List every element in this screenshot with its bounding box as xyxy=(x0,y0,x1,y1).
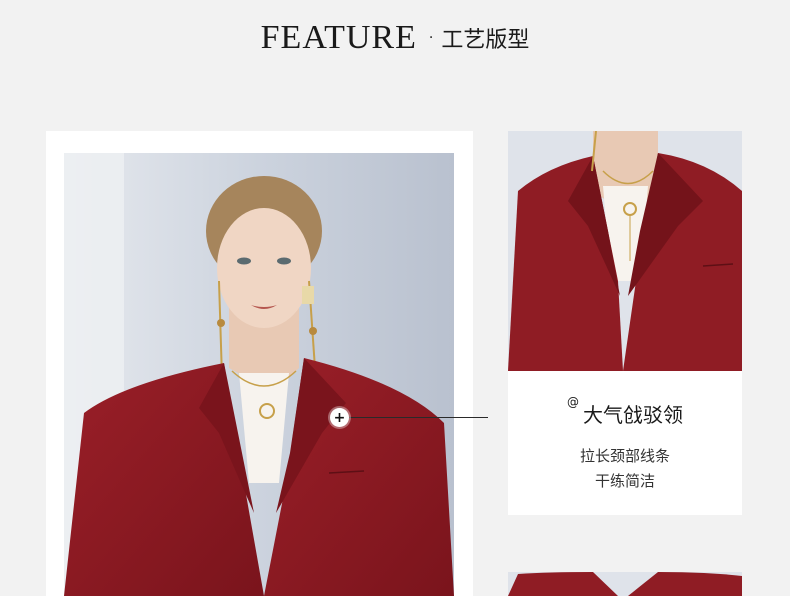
collar-illustration xyxy=(508,131,742,371)
feature-title-text: 大气戗驳领 xyxy=(583,403,683,427)
feature-description-line-2: 干练简洁 xyxy=(594,472,655,490)
next-detail-photo xyxy=(508,572,742,596)
model-illustration xyxy=(64,153,454,596)
collar-detail-photo xyxy=(508,131,742,371)
at-mark: @ xyxy=(567,395,579,409)
feature-description-line-1: 拉长颈部线条 xyxy=(579,447,670,465)
section-header: FEATURE · 工艺版型 xyxy=(0,18,790,58)
callout-line xyxy=(345,417,488,418)
model-photo xyxy=(64,153,454,596)
next-detail-illustration xyxy=(508,572,742,596)
collar-hotspot[interactable]: + xyxy=(330,408,349,427)
header-title-en: FEATURE xyxy=(260,19,417,56)
feature-caption-card: @ 大气戗驳领 拉长颈部线条 干练简洁 xyxy=(508,371,742,515)
feature-title: @ 大气戗驳领 xyxy=(508,395,742,428)
header-separator: · xyxy=(428,30,434,46)
header-title-cn: 工艺版型 xyxy=(441,28,530,53)
plus-icon: + xyxy=(333,409,346,426)
